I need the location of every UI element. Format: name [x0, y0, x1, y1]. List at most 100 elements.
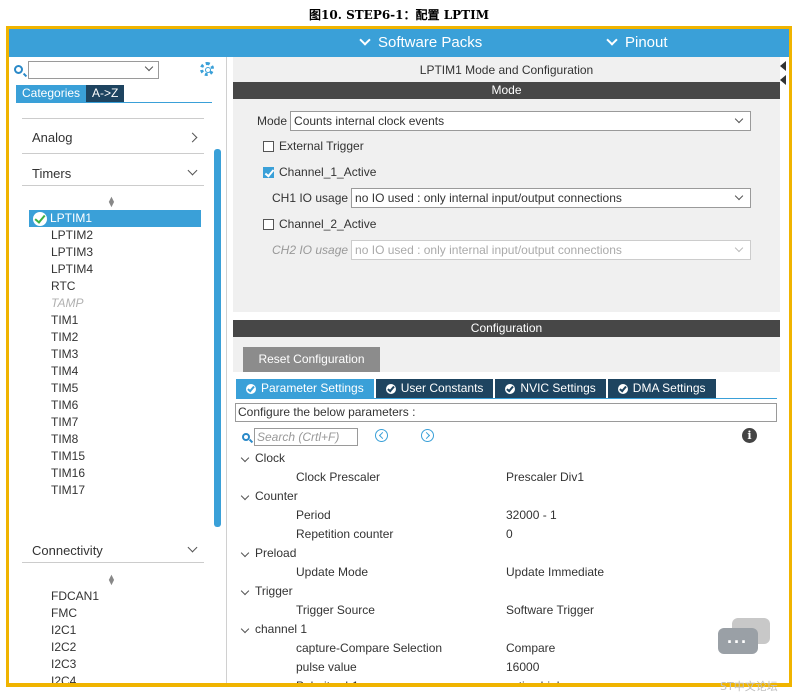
ch2-io-row: CH2 IO usage no IO used : only internal …: [272, 240, 752, 260]
section-label: Connectivity: [32, 543, 103, 558]
section-analog[interactable]: Analog: [32, 130, 202, 145]
list-item[interactable]: FDCAN1: [29, 588, 201, 605]
param-row[interactable]: pulse value 16000: [239, 658, 779, 677]
list-item[interactable]: LPTIM2: [29, 227, 201, 244]
list-item-lptim1[interactable]: LPTIM1: [29, 210, 201, 227]
check-circle-icon: [246, 383, 256, 394]
param-row[interactable]: Period 32000 - 1: [239, 506, 779, 525]
channel2-checkbox[interactable]: [263, 218, 274, 230]
sort-icon[interactable]: ▲ ▼: [107, 573, 116, 587]
chevron-down-icon: [187, 542, 198, 553]
list-item-label: LPTIM1: [50, 211, 93, 225]
category-tabs: Categories A->Z: [16, 85, 125, 102]
param-row[interactable]: Clock Prescaler Prescaler Div1: [239, 468, 779, 487]
param-group-label: Preload: [239, 546, 296, 560]
param-group-row[interactable]: Preload: [239, 544, 779, 563]
divider: [22, 118, 204, 119]
list-item[interactable]: I2C1: [29, 622, 201, 639]
param-row[interactable]: capture-Compare Selection Compare: [239, 639, 779, 658]
ch1-io-row: CH1 IO usage no IO used : only internal …: [272, 188, 752, 208]
list-item[interactable]: TIM4: [29, 363, 201, 380]
list-item[interactable]: FMC: [29, 605, 201, 622]
list-item[interactable]: TIM3: [29, 346, 201, 363]
panel-collapse-icon[interactable]: [780, 61, 786, 71]
param-name: Period: [296, 508, 331, 522]
software-packs-menu[interactable]: Software Packs: [359, 34, 483, 51]
list-item[interactable]: TIM2: [29, 329, 201, 346]
param-group-row[interactable]: Clock: [239, 449, 779, 468]
chevron-right-icon: [187, 132, 198, 143]
chevron-down-icon: [144, 62, 154, 72]
watermark: ST中文论坛: [720, 680, 778, 693]
list-item[interactable]: TIM17: [29, 482, 201, 499]
param-value: 32000 - 1: [506, 508, 557, 522]
channel1-row[interactable]: Channel_1_Active: [263, 165, 376, 179]
mode-select[interactable]: Counts internal clock events: [290, 111, 752, 131]
check-circle-icon: [385, 383, 396, 394]
param-group-row[interactable]: channel 1: [239, 620, 779, 639]
list-item[interactable]: TIM5: [29, 380, 201, 397]
gear-icon[interactable]: [200, 62, 214, 76]
sort-icon[interactable]: ▲ ▼: [107, 195, 116, 209]
list-item[interactable]: TIM6: [29, 397, 201, 414]
param-row[interactable]: Update Mode Update Immediate: [239, 563, 779, 582]
section-timers[interactable]: Timers: [32, 165, 202, 181]
chevron-down-icon: [734, 243, 744, 253]
param-name: Repetition counter: [296, 527, 394, 541]
check-circle-icon: [617, 383, 628, 394]
search-icon: [242, 433, 250, 441]
tab-categories[interactable]: Categories: [16, 85, 87, 102]
mode-label: Mode: [257, 114, 288, 128]
panel-collapse-icon[interactable]: [780, 75, 786, 85]
tab-nvic-settings[interactable]: NVIC Settings: [495, 379, 606, 398]
tab-parameter-settings[interactable]: Parameter Settings: [236, 379, 374, 398]
app-window: Software Packs Pinout Categories A->Z An…: [6, 26, 792, 687]
search-icon: [14, 65, 23, 74]
external-trigger-checkbox[interactable]: [263, 140, 274, 152]
param-row[interactable]: Polarity ch1 active high: [239, 677, 779, 683]
param-row[interactable]: Repetition counter 0: [239, 525, 779, 544]
channel2-row[interactable]: Channel_2_Active: [263, 217, 376, 231]
list-item[interactable]: I2C4: [29, 673, 201, 683]
info-icon[interactable]: i: [742, 428, 757, 443]
tab-user-constants[interactable]: User Constants: [375, 379, 494, 398]
list-item[interactable]: I2C2: [29, 639, 201, 656]
list-item[interactable]: TIM1: [29, 312, 201, 329]
list-item[interactable]: TIM7: [29, 414, 201, 431]
section-label: Timers: [32, 166, 72, 181]
external-trigger-row[interactable]: External Trigger: [263, 139, 364, 153]
list-item[interactable]: RTC: [29, 278, 201, 295]
ch1-io-select[interactable]: no IO used : only internal input/output …: [351, 188, 752, 208]
software-packs-label: Software Packs: [378, 34, 483, 51]
list-item[interactable]: I2C3: [29, 656, 201, 673]
channel1-checkbox[interactable]: [263, 166, 274, 178]
channel2-label: Channel_2_Active: [279, 217, 377, 231]
list-item[interactable]: LPTIM3: [29, 244, 201, 261]
param-group-row[interactable]: Counter: [239, 487, 779, 506]
chat-bubble-icon: ···: [718, 618, 770, 658]
divider: [22, 185, 204, 186]
external-trigger-label: External Trigger: [279, 139, 364, 153]
chevron-down-icon: [187, 165, 198, 176]
left-panel: Categories A->Z Analog Timers ▲ ▼ LPTIM1 …: [9, 57, 227, 683]
param-group-row[interactable]: Trigger: [239, 582, 779, 601]
list-item[interactable]: LPTIM4: [29, 261, 201, 278]
parameter-search-input[interactable]: Search (Crtl+F): [254, 428, 358, 446]
param-group-label: Trigger: [239, 584, 293, 598]
pinout-menu[interactable]: Pinout: [606, 34, 668, 51]
tab-a-z[interactable]: A->Z: [86, 85, 125, 102]
reset-configuration-button[interactable]: Reset Configuration: [243, 347, 380, 372]
left-scrollbar[interactable]: [214, 149, 221, 527]
previous-arrow-icon[interactable]: [375, 429, 388, 442]
param-row[interactable]: Trigger Source Software Trigger: [239, 601, 779, 620]
category-search-combo[interactable]: [28, 61, 159, 79]
tab-dma-settings[interactable]: DMA Settings: [607, 379, 716, 398]
ch2-io-value: no IO used : only internal input/output …: [355, 243, 622, 257]
list-item[interactable]: TIM15: [29, 448, 201, 465]
tab-label: NVIC Settings: [520, 381, 596, 395]
section-connectivity[interactable]: Connectivity: [32, 542, 202, 558]
param-group-label: Counter: [239, 489, 298, 503]
list-item[interactable]: TIM16: [29, 465, 201, 482]
next-arrow-icon[interactable]: [421, 429, 434, 442]
list-item[interactable]: TIM8: [29, 431, 201, 448]
